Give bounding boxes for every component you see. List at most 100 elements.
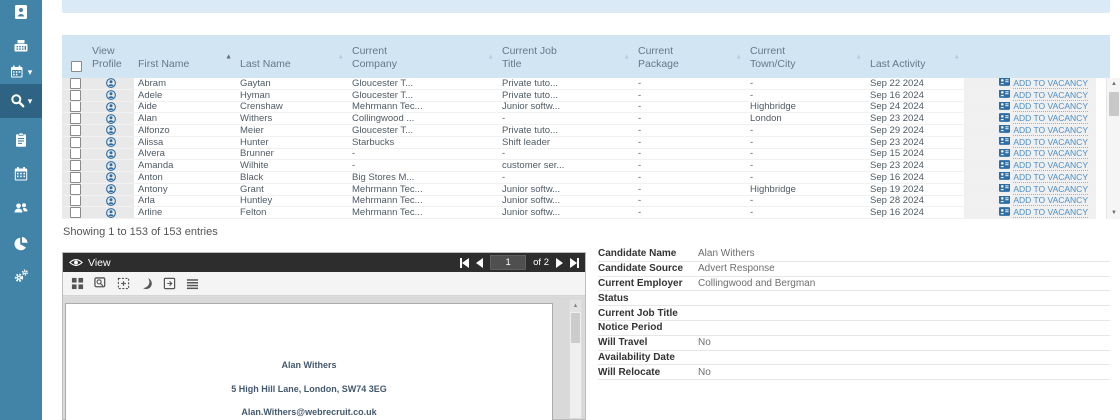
detail-row: Candidate NameAlan Withers	[598, 247, 1110, 262]
row-checkbox[interactable]	[70, 90, 81, 101]
row-checkbox[interactable]	[70, 149, 81, 160]
fax-icon	[13, 38, 29, 54]
thumbnails-grid-icon[interactable]	[71, 277, 84, 290]
table-header: View Profile First Name▲ Last Name▲ Curr…	[62, 35, 1110, 78]
table-row[interactable]: ArlaHuntleyMehrmann Tec...Junior softw..…	[62, 196, 1096, 208]
table-row[interactable]: AlveraBrunner----Sep 15 2024ADD TO VACAN…	[62, 149, 1096, 161]
row-checkbox[interactable]	[70, 184, 81, 195]
cell-last-activity: Sep 29 2024	[866, 125, 964, 136]
zoom-annotate-icon[interactable]	[94, 277, 107, 290]
scrollbar-thumb[interactable]	[1109, 92, 1119, 116]
add-to-vacancy-button[interactable]: ADD TO VACANCY	[964, 172, 1096, 183]
view-profile-icon[interactable]	[88, 160, 134, 171]
view-profile-icon[interactable]	[88, 78, 134, 89]
table-row[interactable]: AntonyGrantMehrmann Tec...Junior softw..…	[62, 184, 1096, 196]
table-row[interactable]: AmandaWilhite-customer ser...--Sep 23 20…	[62, 160, 1096, 172]
view-profile-icon[interactable]	[88, 149, 134, 160]
view-profile-icon[interactable]	[88, 125, 134, 136]
add-to-vacancy-button[interactable]: ADD TO VACANCY	[964, 196, 1096, 207]
add-to-vacancy-button[interactable]: ADD TO VACANCY	[964, 90, 1096, 101]
row-checkbox[interactable]	[70, 102, 81, 113]
row-checkbox[interactable]	[70, 113, 81, 124]
detail-row: Availability Date	[598, 351, 1110, 366]
column-header-last-activity[interactable]: Last Activity▲	[866, 35, 964, 78]
view-profile-icon[interactable]	[88, 207, 134, 218]
column-header-last-name[interactable]: Last Name▲	[236, 35, 348, 78]
view-profile-icon[interactable]	[88, 184, 134, 195]
table-scrollbar[interactable]: ▲ ▼	[1106, 78, 1120, 219]
sidebar-item-contacts[interactable]	[0, 0, 42, 28]
column-header-actions	[964, 35, 1110, 78]
viewer-scrollbar-thumb[interactable]	[571, 313, 580, 343]
row-checkbox[interactable]	[70, 160, 81, 171]
add-to-vacancy-button[interactable]: ADD TO VACANCY	[964, 160, 1096, 171]
sort-asc-icon[interactable]: ▲	[225, 53, 232, 60]
add-to-vacancy-button[interactable]: ADD TO VACANCY	[964, 78, 1096, 89]
row-checkbox[interactable]	[70, 78, 81, 89]
cell-current-company: -	[348, 149, 498, 160]
view-profile-icon[interactable]	[88, 102, 134, 113]
fit-selection-icon[interactable]	[117, 277, 130, 290]
table-row[interactable]: AlissaHunterStarbucksShift leader--Sep 2…	[62, 137, 1096, 149]
view-profile-icon[interactable]	[88, 90, 134, 101]
add-to-vacancy-button[interactable]: ADD TO VACANCY	[964, 184, 1096, 195]
table-row[interactable]: AideCrenshawMehrmann Tec...Junior softw.…	[62, 102, 1096, 114]
scroll-down-icon[interactable]: ▼	[1107, 207, 1120, 219]
add-to-vacancy-button[interactable]: ADD TO VACANCY	[964, 207, 1096, 218]
sidebar-item-tasks[interactable]	[0, 124, 42, 156]
cell-current-package: -	[634, 125, 746, 136]
row-checkbox[interactable]	[70, 172, 81, 183]
add-to-vacancy-button[interactable]: ADD TO VACANCY	[964, 125, 1096, 136]
view-profile-icon[interactable]	[88, 172, 134, 183]
row-checkbox[interactable]	[70, 207, 81, 218]
sort-icon[interactable]: ▲	[623, 53, 630, 60]
sort-icon[interactable]: ▲	[735, 53, 742, 60]
row-checkbox[interactable]	[70, 196, 81, 207]
sort-icon[interactable]: ▲	[953, 53, 960, 60]
sort-icon[interactable]: ▲	[337, 53, 344, 60]
sidebar-item-settings[interactable]	[0, 260, 42, 292]
table-row[interactable]: AntonBlackBig Stores M...---Sep 16 2024A…	[62, 172, 1096, 184]
page-number-input[interactable]: 1	[490, 255, 526, 270]
sort-icon[interactable]: ▲	[855, 53, 862, 60]
previous-page-button[interactable]	[476, 258, 483, 268]
next-page-button[interactable]	[556, 258, 563, 268]
column-header-current-package[interactable]: Current Package▲	[634, 35, 746, 78]
table-row[interactable]: AbramGaytanGloucester T...Private tuto..…	[62, 78, 1096, 90]
add-to-vacancy-button[interactable]: ADD TO VACANCY	[964, 149, 1096, 160]
cell-current-town-city: -	[746, 160, 866, 171]
column-header-current-company[interactable]: Current Company▲	[348, 35, 498, 78]
sidebar-item-reports[interactable]	[0, 228, 42, 260]
table-row[interactable]: AlfonzoMeierGloucester T...Private tuto.…	[62, 125, 1096, 137]
column-header-current-job-title[interactable]: Current Job Title▲	[498, 35, 634, 78]
column-header-current-town-city[interactable]: Current Town/City▲	[746, 35, 866, 78]
add-to-vacancy-button[interactable]: ADD TO VACANCY	[964, 102, 1096, 113]
table-row[interactable]: ArlineFeltonMehrmann Tec...Junior softw.…	[62, 207, 1096, 219]
cell-last-activity: Sep 22 2024	[866, 78, 964, 89]
add-to-vacancy-button[interactable]: ADD TO VACANCY	[964, 113, 1096, 124]
cell-current-job-title: Private tuto...	[498, 78, 634, 89]
table-row[interactable]: AdeleHymanGloucester T...Private tuto...…	[62, 90, 1096, 102]
sort-icon[interactable]: ▲	[487, 53, 494, 60]
view-profile-icon[interactable]	[88, 196, 134, 207]
row-checkbox[interactable]	[70, 137, 81, 148]
rotate-icon[interactable]	[140, 277, 153, 290]
add-to-vacancy-button[interactable]: ADD TO VACANCY	[964, 137, 1096, 148]
sidebar-item-search-active[interactable]: ▾	[0, 84, 42, 118]
scroll-up-icon[interactable]: ▲	[1107, 78, 1120, 90]
cell-current-company: Mehrmann Tec...	[348, 207, 498, 218]
sidebar-item-calendar[interactable]	[0, 158, 42, 190]
viewer-scrollbar[interactable]: ▲	[569, 299, 582, 419]
table-row[interactable]: AlanWithersCollingwood ...--LondonSep 23…	[62, 113, 1096, 125]
view-profile-icon[interactable]	[88, 113, 134, 124]
export-page-icon[interactable]	[163, 277, 176, 290]
text-view-icon[interactable]	[186, 277, 199, 290]
first-page-button[interactable]	[460, 258, 469, 268]
last-page-button[interactable]	[570, 258, 579, 268]
column-header-first-name[interactable]: First Name▲	[134, 35, 236, 78]
view-profile-icon[interactable]	[88, 137, 134, 148]
viewer-scroll-up-icon[interactable]: ▲	[570, 300, 581, 312]
sidebar-item-candidates[interactable]	[0, 192, 42, 224]
row-checkbox[interactable]	[70, 125, 81, 136]
select-all-checkbox[interactable]	[71, 61, 82, 72]
